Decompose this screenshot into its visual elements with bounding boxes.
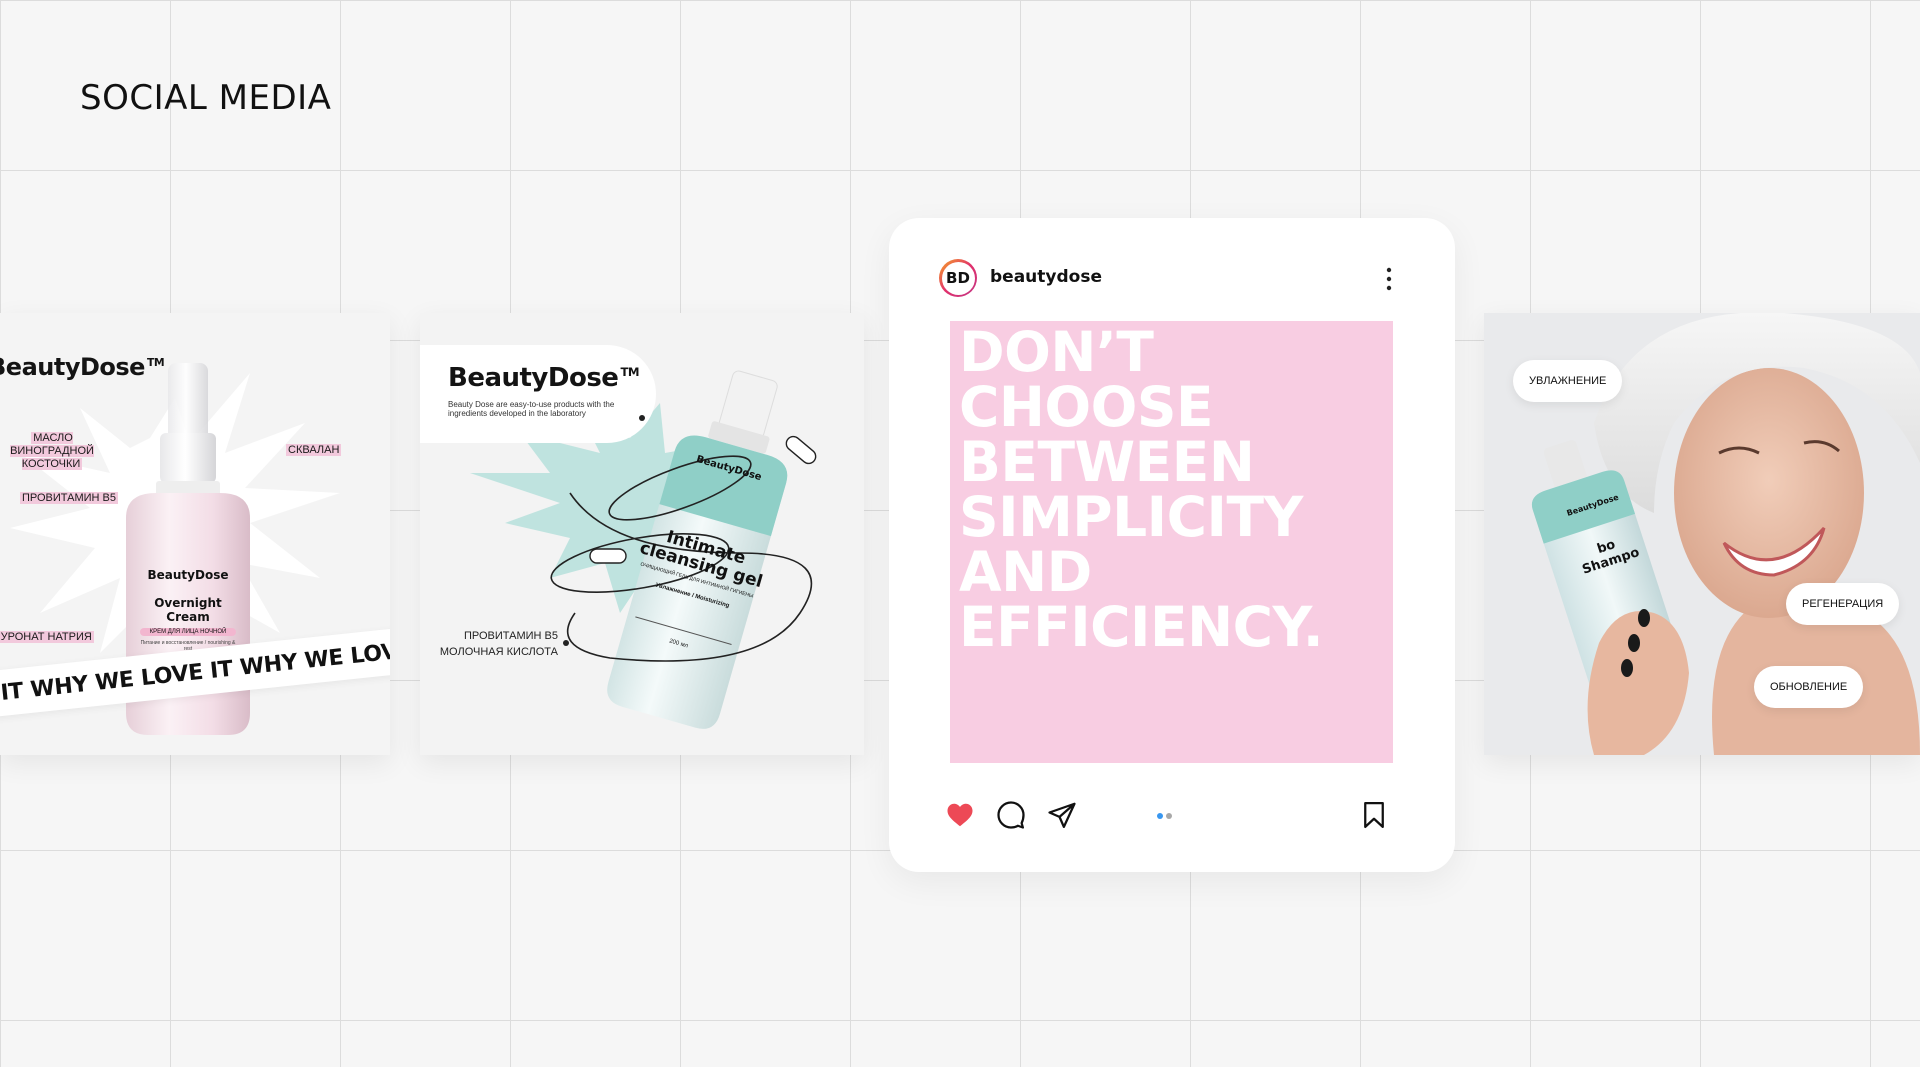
product-label: BeautyDose Overnight Cream КРЕМ ДЛЯ ЛИЦА… [136, 568, 240, 652]
product-tag: КРЕМ ДЛЯ ЛИЦА НОЧНОЙ [140, 628, 236, 636]
more-vertical-icon[interactable] [1377, 262, 1401, 296]
benefit-label: РЕГЕНЕРАЦИЯ [1786, 583, 1900, 625]
post-tile-intimate-gel[interactable]: BeautyDose TM Beauty Dose are easy-to-use… [420, 313, 864, 755]
headline-line: AND [959, 540, 1092, 604]
avatar-initials: BD [941, 261, 975, 295]
headline-line: BETWEEN [959, 430, 1255, 494]
ingredient-label: ГИАЛУРОНАТ НАТРИЯ [0, 631, 94, 644]
ingredient-label: СКВАЛАН [286, 444, 342, 456]
heart-icon[interactable] [945, 800, 975, 830]
carousel-dot[interactable] [1166, 813, 1172, 819]
post-image[interactable]: DON’T CHOOSE BETWEEN SIMPLICITY AND EFFI… [950, 321, 1393, 763]
headline-line: SIMPLICITY [959, 485, 1303, 549]
post-headline: DON’T CHOOSE BETWEEN SIMPLICITY AND EFFI… [959, 325, 1399, 655]
page-title: SOCIAL MEDIA [80, 78, 332, 118]
ingredient-label: ПРОВИТАМИН B5 [463, 630, 558, 642]
comment-icon[interactable] [996, 800, 1026, 830]
product-name: Overnight Cream [154, 596, 222, 624]
avatar[interactable]: BD [939, 259, 977, 297]
headline-line: EFFICIENCY. [959, 595, 1324, 659]
ingredient-label: МОЛОЧНАЯ КИСЛОТА [439, 646, 558, 658]
bookmark-icon[interactable] [1359, 800, 1389, 830]
benefit-label: УВЛАЖНЕНИЕ [1513, 360, 1623, 402]
post-tile-overnight-cream[interactable]: BeautyDose TM МАСЛО ВИНОГРАДНОЙ КОСТОЧКИ … [0, 313, 390, 755]
username[interactable]: beautydose [990, 267, 1102, 287]
ingredient-label: ПРОВИТАМИН B5 [20, 492, 119, 504]
product-brand: BeautyDose [147, 568, 229, 582]
carousel-indicator [1157, 813, 1172, 819]
carousel-dot[interactable] [1157, 813, 1163, 819]
headline-line: DON’T CHOOSE [959, 320, 1214, 439]
ingredients-list: ПРОВИТАМИН B5 МОЛОЧНАЯ КИСЛОТА [430, 628, 558, 660]
post-tile-shampoo[interactable]: BeautyDose bo Shampo УВЛАЖНЕНИЕ РЕГЕНЕРА… [1484, 313, 1920, 755]
ingredient-label: МАСЛО ВИНОГРАДНОЙ КОСТОЧКИ [10, 432, 94, 470]
send-icon[interactable] [1047, 800, 1077, 830]
benefit-label: ОБНОВЛЕНИЕ [1754, 666, 1864, 708]
instagram-post-card: BD beautydose DON’T CHOOSE BETWEEN SIMPL… [889, 218, 1455, 872]
